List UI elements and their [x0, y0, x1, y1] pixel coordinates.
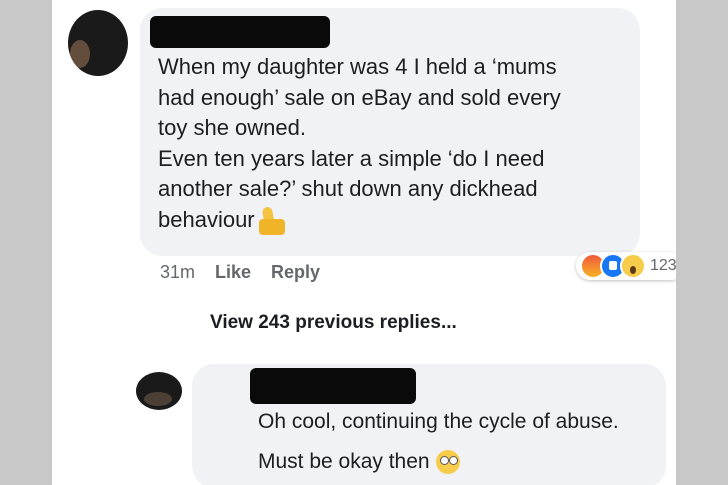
eye-roll-icon — [435, 450, 460, 475]
reply-text: Oh cool, continuing the cycle of abuse. … — [258, 402, 658, 482]
redacted-author-name — [150, 16, 330, 48]
reply-bubble: Oh cool, continuing the cycle of abuse. … — [192, 364, 666, 485]
like-button[interactable]: Like — [215, 262, 251, 283]
reaction-summary[interactable]: 123 — [576, 252, 676, 280]
comment-timestamp[interactable]: 31m — [160, 262, 195, 283]
view-previous-replies-link[interactable]: View 243 previous replies... — [210, 312, 457, 334]
thumbs-up-icon — [258, 207, 285, 235]
comment-bubble: When my daughter was 4 I held a ‘mums ha… — [140, 8, 640, 256]
reply-button[interactable]: Reply — [271, 262, 320, 283]
wow-icon — [620, 253, 646, 279]
comment-text: When my daughter was 4 I held a ‘mums ha… — [158, 52, 628, 235]
comment-actions: 31m Like Reply — [160, 262, 320, 283]
redacted-reply-author-name — [250, 368, 416, 404]
comment-thread: When my daughter was 4 I held a ‘mums ha… — [52, 0, 676, 485]
comment-body: When my daughter was 4 I held a ‘mums ha… — [158, 54, 561, 232]
reaction-count: 123 — [650, 257, 676, 274]
reply-avatar[interactable] — [136, 372, 182, 410]
avatar[interactable] — [68, 10, 128, 76]
